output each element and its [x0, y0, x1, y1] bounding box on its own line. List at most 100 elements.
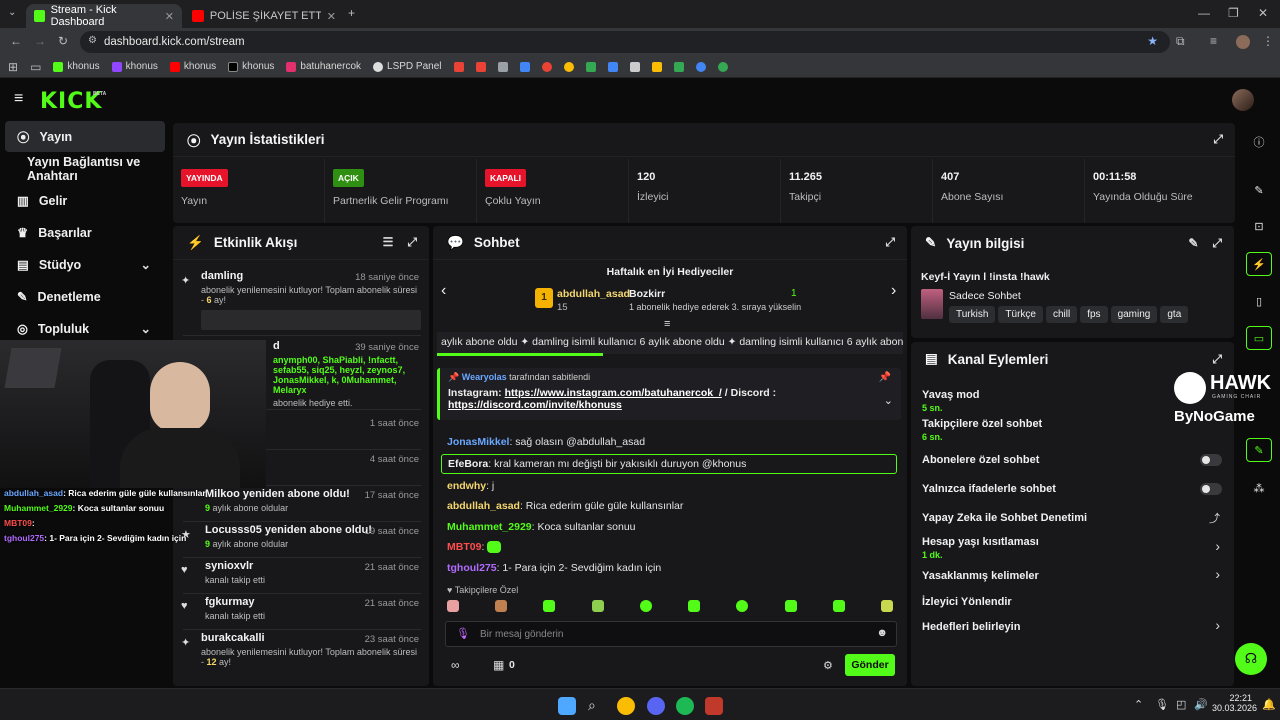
instagram-link[interactable]: https://www.instagram.com/batuhanercok_/	[505, 387, 722, 399]
tray-chevron-icon[interactable]: ⌃	[1134, 698, 1143, 711]
action-emote-only[interactable]: Yalnızca ifadelerle sohbet	[922, 483, 1222, 495]
notes-icon[interactable]: ▯	[1246, 289, 1272, 313]
folder-icon[interactable]: ▭	[30, 60, 41, 74]
hamburger-menu-icon[interactable]: ≡	[14, 90, 23, 108]
url-field[interactable]: ⚙ dashboard.kick.com/stream ★	[80, 31, 1170, 53]
chevron-left-icon[interactable]: ‹	[441, 282, 446, 300]
tab-youtube[interactable]: POLİSE ŞİKAYET ETTİ! Türkiye'de ✕	[184, 4, 344, 28]
store-icon[interactable]: ▦	[493, 658, 504, 672]
pin-icon[interactable]: 📌	[879, 372, 891, 383]
emote-icon[interactable]	[832, 600, 845, 612]
mic-icon[interactable]: 🎙	[1155, 698, 1169, 711]
bookmark-star-icon[interactable]: ★	[1147, 34, 1158, 48]
app-icon[interactable]	[695, 61, 706, 72]
emote-icon[interactable]	[736, 600, 749, 612]
emote-icon[interactable]	[543, 600, 556, 612]
sidebar-item-denetleme[interactable]: ✎ Denetleme	[5, 281, 165, 312]
info-icon[interactable]: ⓘ	[1246, 130, 1272, 154]
action-raid[interactable]: İzleyici Yönlendir	[922, 596, 1222, 608]
emote-icon[interactable]	[447, 600, 459, 612]
points-icon[interactable]: ∞	[451, 658, 460, 672]
support-headset-icon[interactable]: ☊	[1235, 643, 1267, 675]
user-avatar[interactable]	[1232, 89, 1254, 111]
action-account-age[interactable]: Hesap yaşı kısıtlaması 1 dk.	[922, 536, 1222, 560]
tag[interactable]: gaming	[1110, 306, 1158, 323]
new-tab-icon[interactable]: +	[348, 6, 355, 20]
clock[interactable]: 22:21 30.03.2026	[1212, 693, 1257, 713]
expand-icon[interactable]: ⤢	[407, 235, 417, 250]
chevron-right-icon[interactable]: ›	[1215, 538, 1220, 554]
emote-icon[interactable]	[688, 600, 701, 612]
emote-only-toggle[interactable]	[1200, 483, 1222, 495]
subscribers-only-toggle[interactable]	[1200, 454, 1222, 466]
send-button[interactable]: Gönder	[845, 654, 895, 676]
settings-icon[interactable]: ⚙	[823, 659, 833, 672]
bookmark-item[interactable]: khonus	[111, 61, 158, 72]
apps-icon[interactable]: ⊞	[8, 60, 18, 74]
emoji-icon[interactable]: ☻	[876, 627, 888, 639]
collapse-icon[interactable]: ≡	[664, 318, 670, 330]
screenshot-icon[interactable]: ⊡	[1246, 214, 1272, 238]
wrench-icon[interactable]: ✎	[1246, 438, 1272, 462]
volume-icon[interactable]: 🔊	[1194, 698, 1208, 711]
chevron-right-icon[interactable]: ›	[891, 282, 896, 300]
external-link-icon[interactable]: ⤴	[1209, 510, 1220, 526]
back-icon[interactable]: ←	[10, 34, 22, 48]
media-icon[interactable]: ≡	[1210, 34, 1217, 48]
site-info-icon[interactable]: ⚙	[88, 35, 97, 46]
emote-icon[interactable]	[639, 600, 652, 612]
app-icon[interactable]	[651, 61, 662, 72]
tag[interactable]: Türkçe	[998, 306, 1043, 323]
app-icon[interactable]	[673, 61, 684, 72]
bookmark-item[interactable]: khonus	[53, 61, 100, 72]
sidebar-item-studyo[interactable]: ▤ Stüdyo ⌄	[5, 249, 165, 280]
sidebar-item-stream-key[interactable]: Yayın Bağlantısı ve Anahtarı	[5, 153, 165, 184]
tag[interactable]: gta	[1160, 306, 1189, 323]
gmail-icon[interactable]	[475, 61, 486, 72]
chat-input[interactable]: 🎙 Bir mesaj gönderin ☻	[445, 621, 897, 647]
chat-icon[interactable]: ▭	[1246, 326, 1272, 350]
action-banned-words[interactable]: Yasaklanmış kelimeler	[922, 570, 1222, 582]
tab-list-icon[interactable]: ⌄	[8, 7, 16, 18]
minimize-icon[interactable]: —	[1198, 6, 1210, 20]
expand-icon[interactable]: ⤢	[1212, 352, 1222, 367]
action-ai-moderation[interactable]: Yapay Zeka ile Sohbet Denetimi	[922, 512, 1222, 524]
drive-icon[interactable]	[519, 61, 530, 72]
bookmark-item[interactable]: khonus	[228, 61, 274, 72]
action-goals[interactable]: Hedefleri belirleyin	[922, 621, 1222, 633]
extensions-icon[interactable]: ⧉	[1176, 34, 1185, 49]
sidebar-item-gelir[interactable]: ▥ Gelir	[5, 185, 165, 216]
app-icon[interactable]	[541, 61, 552, 72]
sidebar-item-yayin[interactable]: ⦿ Yayın	[5, 121, 165, 152]
doc-icon[interactable]	[497, 61, 508, 72]
expand-icon[interactable]: ⤢	[1213, 132, 1223, 147]
mic-icon[interactable]: 🎙	[456, 627, 470, 640]
bookmark-item[interactable]: batuhanercok	[286, 61, 361, 72]
spotify-icon[interactable]	[676, 697, 694, 715]
edit-icon[interactable]: ✎	[1246, 178, 1272, 202]
bookmark-item[interactable]: LSPD Panel	[373, 61, 442, 72]
gmail-icon[interactable]	[453, 61, 464, 72]
app-icon[interactable]	[705, 697, 723, 715]
close-tab-icon[interactable]: ✕	[327, 10, 336, 23]
sheets-icon[interactable]	[585, 61, 596, 72]
chrome-icon[interactable]	[617, 697, 635, 715]
sidebar-item-basarilar[interactable]: ♛ Başarılar	[5, 217, 165, 248]
chevron-right-icon[interactable]: ›	[1215, 617, 1220, 633]
emote-icon[interactable]	[591, 600, 604, 612]
reload-icon[interactable]: ↻	[58, 34, 68, 48]
tag[interactable]: fps	[1080, 306, 1108, 323]
app-icon[interactable]	[563, 61, 574, 72]
app-icon[interactable]	[607, 61, 618, 72]
emote-icon[interactable]	[880, 600, 893, 612]
start-icon[interactable]	[558, 697, 576, 715]
action-subscribers-only[interactable]: Abonelere özel sohbet	[922, 454, 1222, 466]
tag[interactable]: chill	[1045, 306, 1078, 323]
app-icon[interactable]	[629, 61, 640, 72]
menu-icon[interactable]: ⋮	[1262, 34, 1274, 48]
tab-kick-dashboard[interactable]: Stream - Kick Dashboard ✕	[26, 4, 182, 28]
emote-icon[interactable]	[495, 600, 508, 612]
emote-icon[interactable]	[784, 600, 797, 612]
chevron-down-icon[interactable]: ⌄	[884, 394, 893, 407]
edit-icon[interactable]: ✎	[1188, 236, 1198, 251]
